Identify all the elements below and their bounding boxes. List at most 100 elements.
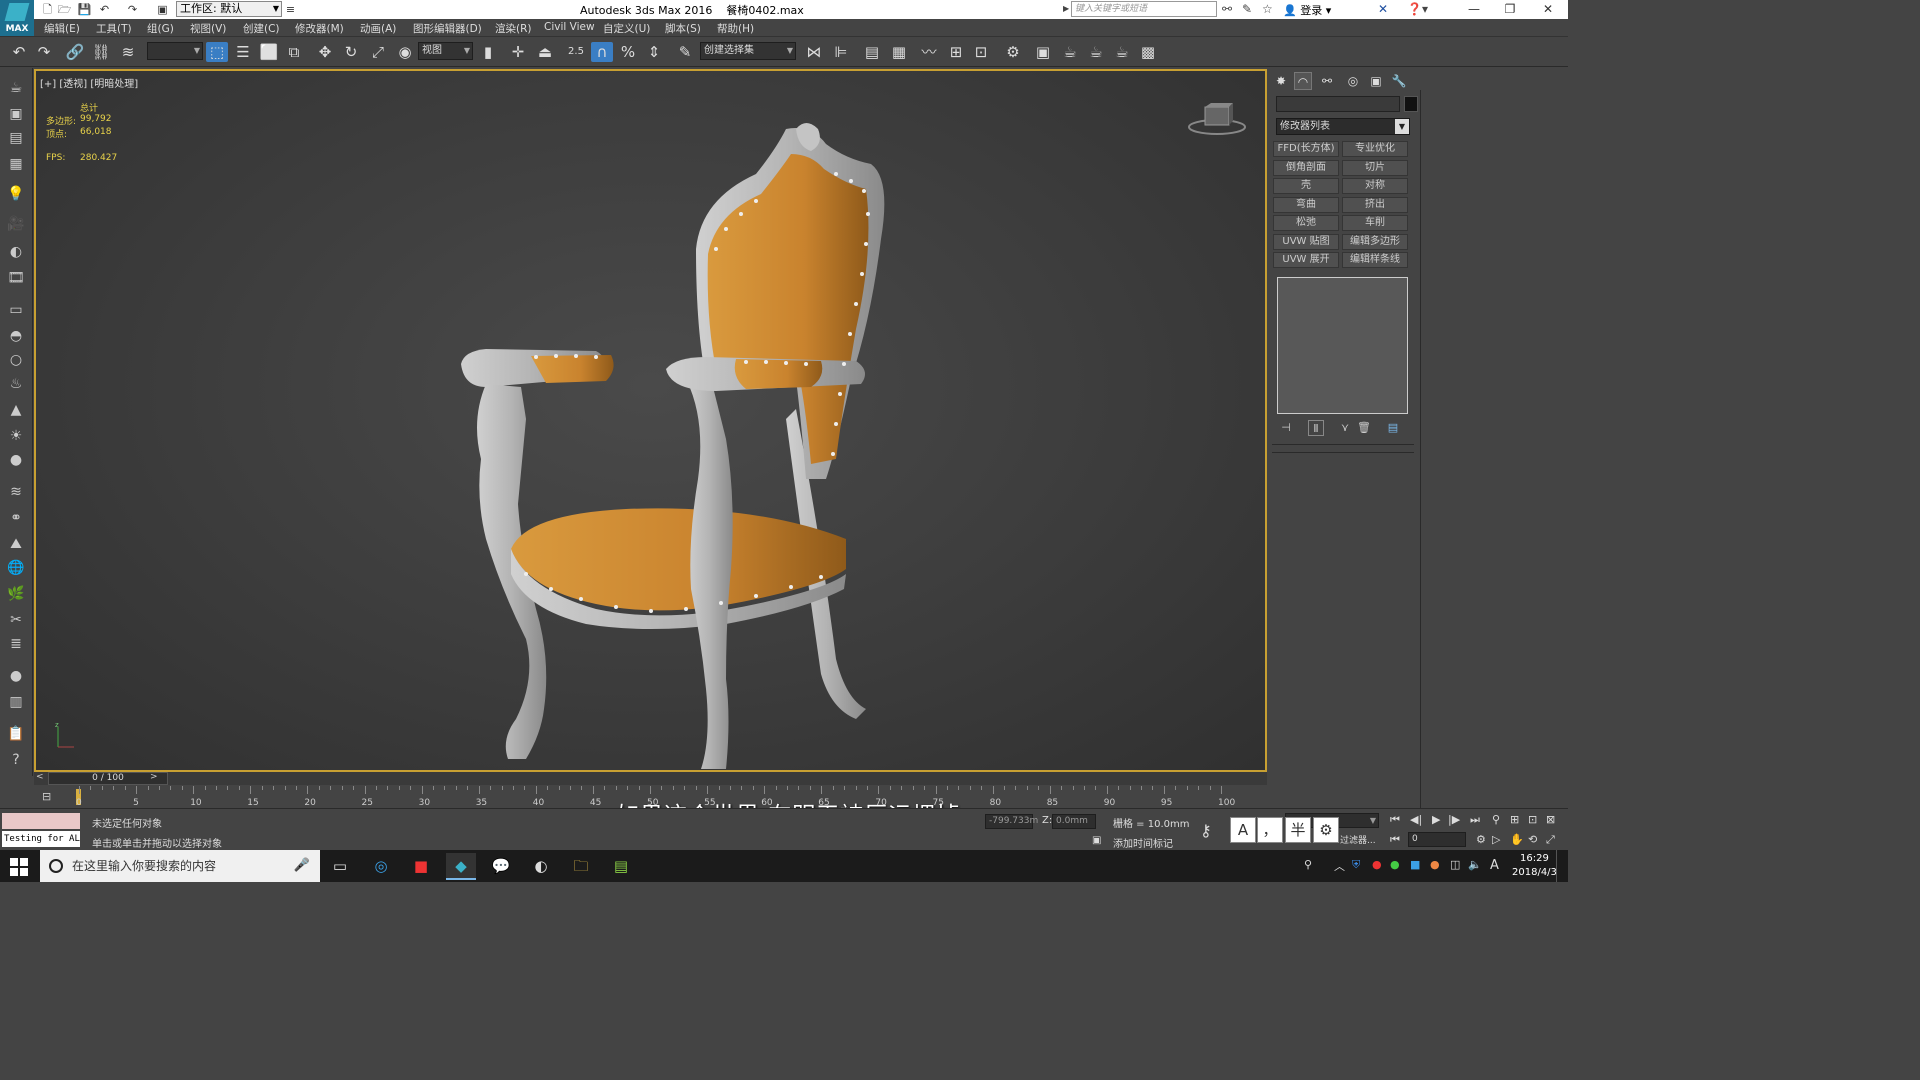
- light-icon[interactable]: 💡: [6, 184, 26, 204]
- file-explorer-icon[interactable]: 🗀: [566, 853, 596, 880]
- show-desktop-button[interactable]: [1556, 850, 1568, 882]
- zoom-icon[interactable]: ⚲: [1492, 813, 1500, 826]
- time-tag-icon[interactable]: ▣: [1092, 835, 1101, 846]
- z-coordinate-field[interactable]: 0.0mm: [1052, 814, 1096, 829]
- scale-icon[interactable]: ⤢: [367, 42, 389, 62]
- redo-icon[interactable]: ↷: [33, 42, 55, 62]
- play-icon[interactable]: ▶: [1432, 813, 1440, 826]
- people-icon[interactable]: ⚲: [1304, 858, 1312, 871]
- layer-explorer-icon[interactable]: ▤: [861, 42, 883, 62]
- menu-tools[interactable]: 工具(T): [96, 21, 132, 36]
- angle-snap-icon[interactable]: ∩: [591, 42, 613, 62]
- hair-icon[interactable]: ≋: [6, 482, 26, 502]
- maxscript-listener-field[interactable]: [2, 813, 80, 829]
- media-app-icon[interactable]: ◐: [526, 853, 556, 880]
- menu-group[interactable]: 组(G): [147, 21, 174, 36]
- windows-start-icon[interactable]: [10, 858, 28, 876]
- tray-app-icon[interactable]: ●: [1430, 858, 1440, 871]
- material-editor-icon[interactable]: ⊡: [970, 42, 992, 62]
- login-button[interactable]: 👤 登录 ▾: [1283, 2, 1331, 18]
- snaps-toggle-icon[interactable]: 2.5: [565, 42, 587, 62]
- dome-icon[interactable]: ◓: [6, 326, 26, 346]
- render-production-icon[interactable]: ☕: [1059, 42, 1081, 62]
- place-icon[interactable]: ◉: [394, 42, 416, 62]
- dolly-icon[interactable]: ◐: [6, 242, 26, 262]
- keyboard-shortcut-toggle-icon[interactable]: ⏏: [534, 42, 556, 62]
- notes-app-icon[interactable]: ▤: [606, 853, 636, 880]
- select-object-icon[interactable]: ⬚: [206, 42, 228, 62]
- time-slider[interactable]: < 0 / 100 >: [34, 772, 1267, 785]
- netease-app-icon[interactable]: ■: [406, 853, 436, 880]
- mod-relax-button[interactable]: 松弛: [1273, 215, 1339, 231]
- help-circle-icon[interactable]: ?: [6, 750, 26, 770]
- menu-rendering[interactable]: 渲染(R): [495, 21, 532, 36]
- time-next-icon[interactable]: >: [150, 772, 158, 782]
- minimize-button[interactable]: —: [1456, 0, 1492, 19]
- link-icon[interactable]: 🔗: [64, 42, 86, 62]
- maxscript-mini-listener[interactable]: Testing for AL: [2, 831, 80, 847]
- open-file-icon[interactable]: 🗁: [57, 2, 72, 17]
- volume-icon[interactable]: 🔈: [1468, 858, 1482, 871]
- x-coordinate-field[interactable]: -799.733m: [985, 814, 1038, 829]
- curve-editor-icon[interactable]: 〰: [918, 42, 940, 62]
- menu-scripting[interactable]: 脚本(S): [665, 21, 701, 36]
- bind-spacewarp-icon[interactable]: ≋: [117, 42, 139, 62]
- key-mode-icon[interactable]: ⚷: [1200, 821, 1212, 840]
- render-activeshade-icon[interactable]: ☕: [1111, 42, 1133, 62]
- object-color-swatch[interactable]: [1404, 96, 1418, 112]
- goto-end-icon[interactable]: ⏭: [1470, 813, 1480, 827]
- window-crossing-icon[interactable]: ⧉: [283, 42, 305, 62]
- system-clock[interactable]: 16:29 2018/4/3: [1512, 852, 1557, 880]
- pan-icon[interactable]: ✋: [1510, 833, 1524, 846]
- mod-bevel-profile-button[interactable]: 倒角剖面: [1273, 160, 1339, 176]
- camera-icon[interactable]: 🎥: [6, 214, 26, 234]
- filters-button[interactable]: 过滤器...: [1340, 833, 1376, 846]
- rectangular-selection-icon[interactable]: ⬜: [258, 42, 280, 62]
- pivot-center-icon[interactable]: ▮: [477, 42, 499, 62]
- viewport-label[interactable]: [+] [透视] [明暗处理]: [40, 75, 138, 90]
- field-of-view-icon[interactable]: ▷: [1492, 833, 1500, 846]
- perspective-viewport[interactable]: [+] [透视] [明暗处理] 总计 多边形: 99,792 顶点: 66,01…: [34, 69, 1267, 772]
- select-manipulate-icon[interactable]: ✛: [507, 42, 529, 62]
- browser-app-icon[interactable]: ◎: [366, 853, 396, 880]
- make-unique-icon[interactable]: ⋎: [1337, 420, 1353, 436]
- ime-punctuation-button[interactable]: ，: [1257, 817, 1283, 843]
- zoom-extents-icon[interactable]: ⊡: [1528, 813, 1537, 826]
- ime-mode-button[interactable]: A: [1230, 817, 1256, 843]
- close-button[interactable]: ✕: [1530, 0, 1566, 19]
- mod-uvw-map-button[interactable]: UVW 贴图: [1273, 234, 1339, 250]
- menu-civil-view[interactable]: Civil View: [544, 21, 595, 33]
- taskbar-search-box[interactable]: 在这里输入你要搜索的内容 🎤: [40, 850, 320, 882]
- selection-filter-dropdown[interactable]: ▼: [147, 42, 203, 60]
- ime-settings-button[interactable]: ⚙: [1313, 817, 1339, 843]
- reference-coord-dropdown[interactable]: 视图 ▼: [418, 42, 473, 60]
- menu-help[interactable]: 帮助(H): [717, 21, 754, 36]
- percent-snap-icon[interactable]: %: [617, 42, 639, 62]
- mod-bend-button[interactable]: 弯曲: [1273, 197, 1339, 213]
- sphere-light-icon[interactable]: ●: [6, 450, 26, 470]
- exchange-apps-icon[interactable]: ✕: [1378, 1, 1388, 17]
- input-language[interactable]: A: [1490, 858, 1499, 873]
- pin-stack-icon[interactable]: ⊣: [1278, 420, 1294, 436]
- security-shield-icon[interactable]: ⛨: [1352, 858, 1360, 872]
- list-icon[interactable]: ▤: [6, 128, 26, 148]
- render-frame-icon[interactable]: ▣: [6, 104, 26, 124]
- sun-icon[interactable]: ☀: [6, 426, 26, 446]
- named-selection-dropdown[interactable]: 创建选择集 ▼: [700, 42, 796, 60]
- binoculars-icon[interactable]: ⚯: [1222, 1, 1232, 17]
- viewcube-icon[interactable]: [1187, 99, 1247, 137]
- select-by-name-icon[interactable]: ☰: [232, 42, 254, 62]
- move-icon[interactable]: ✥: [314, 42, 336, 62]
- next-frame-icon[interactable]: |▶: [1448, 813, 1460, 826]
- plant-icon[interactable]: 🌿: [6, 584, 26, 604]
- mod-unwrap-uvw-button[interactable]: UVW 展开: [1273, 252, 1339, 268]
- zoom-extents-all-icon[interactable]: ⊠: [1546, 813, 1555, 826]
- paste-icon[interactable]: 📋: [6, 724, 26, 744]
- workspace-dropdown[interactable]: 工作区: 默认 ▼: [176, 1, 282, 17]
- zoom-all-icon[interactable]: ⊞: [1510, 813, 1519, 826]
- mod-lathe-button[interactable]: 车削: [1342, 215, 1408, 231]
- app-logo-button[interactable]: MAX: [0, 0, 34, 36]
- tray-app-icon[interactable]: ●: [1372, 858, 1382, 871]
- rotate-icon[interactable]: ↻: [340, 42, 362, 62]
- menu-create[interactable]: 创建(C): [243, 21, 280, 36]
